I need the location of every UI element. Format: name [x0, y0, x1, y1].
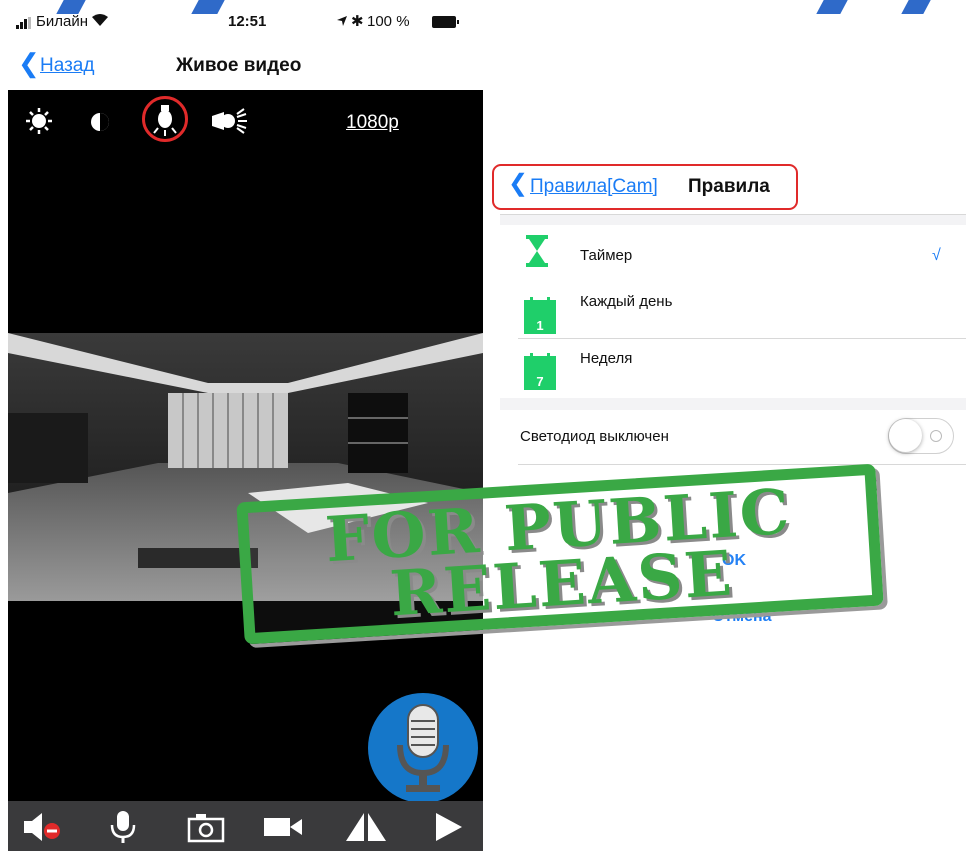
location-icon: [336, 14, 348, 31]
rule-label: Каждый день: [580, 293, 673, 310]
divider: [518, 464, 966, 465]
light-bulb-icon: [153, 105, 177, 136]
led-label: Светодиод выключен: [520, 428, 669, 445]
status-bar: Билайн 12:51 ✱ 100 %: [0, 0, 483, 40]
microphone-icon: [397, 704, 449, 792]
play-next-icon[interactable]: [428, 811, 468, 843]
carrier-label: Билайн: [36, 13, 88, 30]
calendar-day-icon: 1: [524, 297, 556, 334]
decor-stripe: [816, 0, 848, 14]
section-gap: [500, 398, 966, 410]
rule-row-daily[interactable]: 1 Каждый день: [520, 286, 960, 336]
decor-stripe: [901, 0, 931, 14]
video-record-icon[interactable]: [262, 811, 302, 843]
hourglass-icon: [526, 235, 548, 267]
back-chevron-icon[interactable]: ❮: [508, 172, 528, 196]
rule-label: Неделя: [580, 350, 633, 367]
page-title: Живое видео: [176, 55, 302, 76]
section-gap: [500, 215, 966, 225]
divider: [518, 338, 966, 339]
rule-row-timer[interactable]: Таймер √: [520, 235, 960, 275]
talk-button[interactable]: [368, 693, 478, 802]
back-button[interactable]: Назад: [40, 55, 94, 77]
microphone-toggle-icon[interactable]: [108, 811, 148, 843]
resolution-selector[interactable]: 1080p: [346, 112, 399, 134]
brightness-icon[interactable]: [26, 108, 52, 139]
floodlight-icon[interactable]: [210, 106, 250, 141]
back-chevron-icon[interactable]: ❮: [18, 50, 40, 76]
live-video-view[interactable]: 1080p: [8, 90, 483, 802]
nav-bar: ❮ Назад Живое видео: [0, 40, 483, 90]
toggle-off-indicator: [930, 430, 942, 442]
bluetooth-icon: ✱: [351, 13, 364, 30]
battery-icon: [432, 15, 460, 32]
snapshot-camera-icon[interactable]: [186, 811, 226, 843]
contrast-icon[interactable]: [90, 112, 110, 137]
speaker-mute-icon[interactable]: [22, 811, 62, 843]
checkmark-icon: √: [932, 247, 941, 264]
toggle-knob: [889, 419, 922, 452]
clock: 12:51: [228, 13, 267, 30]
led-toggle[interactable]: [888, 418, 954, 454]
wifi-icon: [91, 13, 109, 31]
rules-title: Правила: [688, 176, 770, 197]
bottom-toolbar: [8, 801, 483, 851]
signal-icon: [16, 16, 34, 33]
rule-row-weekly[interactable]: 7 Неделя: [520, 346, 960, 396]
flip-mirror-icon[interactable]: [344, 811, 386, 843]
calendar-week-icon: 7: [524, 353, 556, 390]
rule-label: Таймер: [580, 247, 633, 264]
rules-back-button[interactable]: Правила[Cam]: [530, 176, 658, 198]
ir-light-button[interactable]: [142, 96, 188, 142]
battery-label: 100 %: [367, 13, 410, 30]
